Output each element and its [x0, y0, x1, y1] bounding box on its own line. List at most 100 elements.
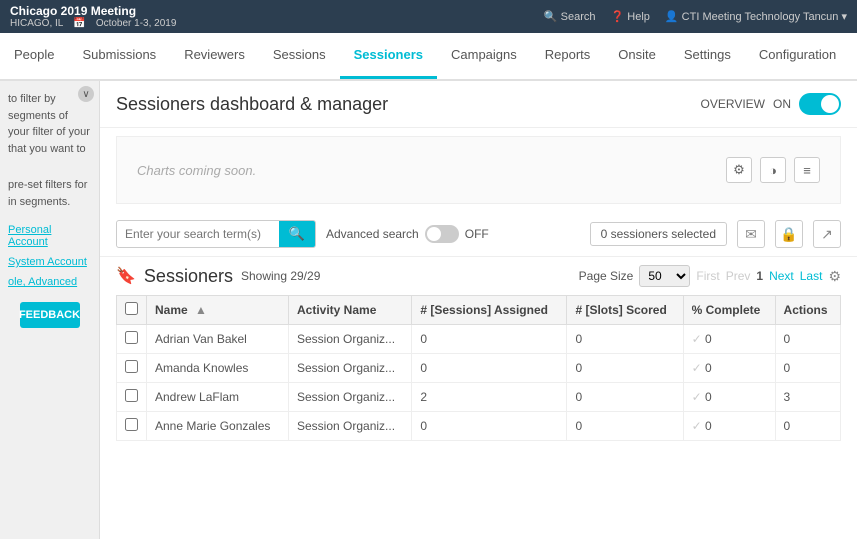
row-name-0: Adrian Van Bakel [147, 325, 289, 354]
pagination-row: Page Size 10 25 50 100 First Prev 1 Next… [579, 265, 841, 287]
nav-submissions[interactable]: Submissions [68, 33, 170, 79]
row-activity-1: Session Organiz... [289, 354, 412, 383]
table-header-row: 🔖 Sessioners Showing 29/29 Page Size 10 … [116, 265, 841, 287]
row-complete-1: ✓ 0 [683, 354, 775, 383]
event-details: HICAGO, IL 📅 October 1-3, 2019 [10, 18, 176, 29]
sidebar-collapse-button[interactable]: ∨ [78, 86, 94, 102]
row-activity-0: Session Organiz... [289, 325, 412, 354]
nav-campaigns[interactable]: Campaigns [437, 33, 531, 79]
nav-sessions[interactable]: Sessions [259, 33, 340, 79]
nav-reviewers[interactable]: Reviewers [170, 33, 259, 79]
nav-sessioners[interactable]: Sessioners [340, 33, 437, 79]
row-checkbox-2 [117, 383, 147, 412]
row-sessions-3: 0 [412, 412, 567, 441]
next-page-button[interactable]: Next [769, 269, 794, 283]
first-page-button[interactable]: First [696, 269, 719, 283]
th-name[interactable]: Name ▲ [147, 296, 289, 325]
toolbar: 🔍 Advanced search OFF 0 sessioners selec… [100, 212, 857, 257]
help-link[interactable]: ❓ Help [611, 10, 650, 23]
charts-list-icon[interactable]: ≡ [794, 157, 820, 183]
current-page: 1 [756, 269, 763, 283]
topbar-right: 🔍 Search ❓ Help 👤 CTI Meeting Technology… [544, 10, 847, 23]
table-title-row: 🔖 Sessioners Showing 29/29 [116, 266, 320, 287]
table-section: 🔖 Sessioners Showing 29/29 Page Size 10 … [100, 257, 857, 449]
page-size-select[interactable]: 10 25 50 100 [639, 265, 690, 287]
row-activity-2: Session Organiz... [289, 383, 412, 412]
table-row: Anne Marie Gonzales Session Organiz... 0… [117, 412, 841, 441]
th-sessions: # [Sessions] Assigned [412, 296, 567, 325]
search-link[interactable]: 🔍 Search [544, 10, 596, 23]
sidebar-preset-text: pre-set filters for in segments. [0, 167, 99, 220]
row-actions-3: 0 [775, 412, 840, 441]
table-row: Andrew LaFlam Session Organiz... 2 0 ✓ 0… [117, 383, 841, 412]
bookmark-icon: 🔖 [116, 266, 136, 286]
content-area: Sessioners dashboard & manager OVERVIEW … [100, 81, 857, 539]
overview-label: OVERVIEW [701, 97, 765, 111]
row-check-0[interactable] [125, 331, 138, 344]
row-slots-1: 0 [567, 354, 683, 383]
nav-reports[interactable]: Reports [531, 33, 605, 79]
row-complete-2: ✓ 0 [683, 383, 775, 412]
event-name: Chicago 2019 Meeting [10, 4, 176, 18]
charts-gear-icon[interactable]: ⚙ [726, 157, 752, 183]
row-slots-0: 0 [567, 325, 683, 354]
sidebar: ∨ to filter by segments of your filter o… [0, 81, 100, 539]
feedback-button[interactable]: FEEDBACK [20, 302, 80, 328]
nav-onsite[interactable]: Onsite [604, 33, 670, 79]
row-slots-3: 0 [567, 412, 683, 441]
topbar: Chicago 2019 Meeting HICAGO, IL 📅 Octobe… [0, 0, 857, 33]
advanced-search-toggle[interactable] [425, 225, 459, 243]
row-name-3: Anne Marie Gonzales [147, 412, 289, 441]
row-checkbox-1 [117, 354, 147, 383]
prev-page-button[interactable]: Prev [726, 269, 751, 283]
lock-action-button[interactable]: 🔒 [775, 220, 803, 248]
overview-toggle-switch[interactable] [799, 93, 841, 115]
sidebar-link-personal[interactable]: Personal Account [0, 220, 99, 252]
toggle-small-knob [427, 227, 441, 241]
row-name-1: Amanda Knowles [147, 354, 289, 383]
charts-area: Charts coming soon. ⚙ ◑ ≡ [116, 136, 841, 204]
table-row: Adrian Van Bakel Session Organiz... 0 0 … [117, 325, 841, 354]
last-page-button[interactable]: Last [800, 269, 823, 283]
selected-badge: 0 sessioners selected [590, 222, 727, 246]
row-check-2[interactable] [125, 389, 138, 402]
showing-text: Showing 29/29 [241, 269, 320, 283]
overview-toggle-row: OVERVIEW ON [701, 93, 841, 115]
nav-people[interactable]: People [0, 33, 68, 79]
row-slots-2: 0 [567, 383, 683, 412]
user-menu[interactable]: 👤 CTI Meeting Technology Tancun ▾ [665, 10, 847, 23]
sidebar-link-advanced[interactable]: ole, Advanced [0, 272, 99, 292]
nav-configuration[interactable]: Configuration [745, 33, 850, 79]
email-action-button[interactable]: ✉ [737, 220, 765, 248]
export-action-button[interactable]: ↗ [813, 220, 841, 248]
row-activity-3: Session Organiz... [289, 412, 412, 441]
th-checkbox [117, 296, 147, 325]
search-input[interactable] [117, 222, 279, 246]
row-check-3[interactable] [125, 418, 138, 431]
toggle-on-label: ON [773, 97, 791, 111]
search-button[interactable]: 🔍 [279, 221, 315, 247]
row-checkbox-0 [117, 325, 147, 354]
advanced-search-label: Advanced search [326, 227, 419, 241]
nav-analytics[interactable]: Analytics [850, 33, 857, 79]
row-actions-1: 0 [775, 354, 840, 383]
toggle-knob [821, 95, 839, 113]
th-complete: % Complete [683, 296, 775, 325]
row-check-1[interactable] [125, 360, 138, 373]
charts-pie-icon[interactable]: ◑ [760, 157, 786, 183]
select-all-checkbox[interactable] [125, 302, 138, 315]
row-name-2: Andrew LaFlam [147, 383, 289, 412]
sidebar-link-system[interactable]: System Account [0, 252, 99, 272]
advanced-search-state: OFF [465, 227, 489, 241]
th-actions: Actions [775, 296, 840, 325]
event-dates: October 1-3, 2019 [96, 18, 177, 29]
event-location: HICAGO, IL [10, 18, 63, 29]
navbar: People Submissions Reviewers Sessions Se… [0, 33, 857, 81]
row-sessions-2: 2 [412, 383, 567, 412]
nav-settings[interactable]: Settings [670, 33, 745, 79]
table-gear-icon[interactable]: ⚙ [828, 268, 841, 285]
sort-arrow-name: ▲ [195, 303, 207, 317]
calendar-icon: 📅 [73, 18, 85, 29]
row-complete-3: ✓ 0 [683, 412, 775, 441]
page-header: Sessioners dashboard & manager OVERVIEW … [100, 81, 857, 128]
